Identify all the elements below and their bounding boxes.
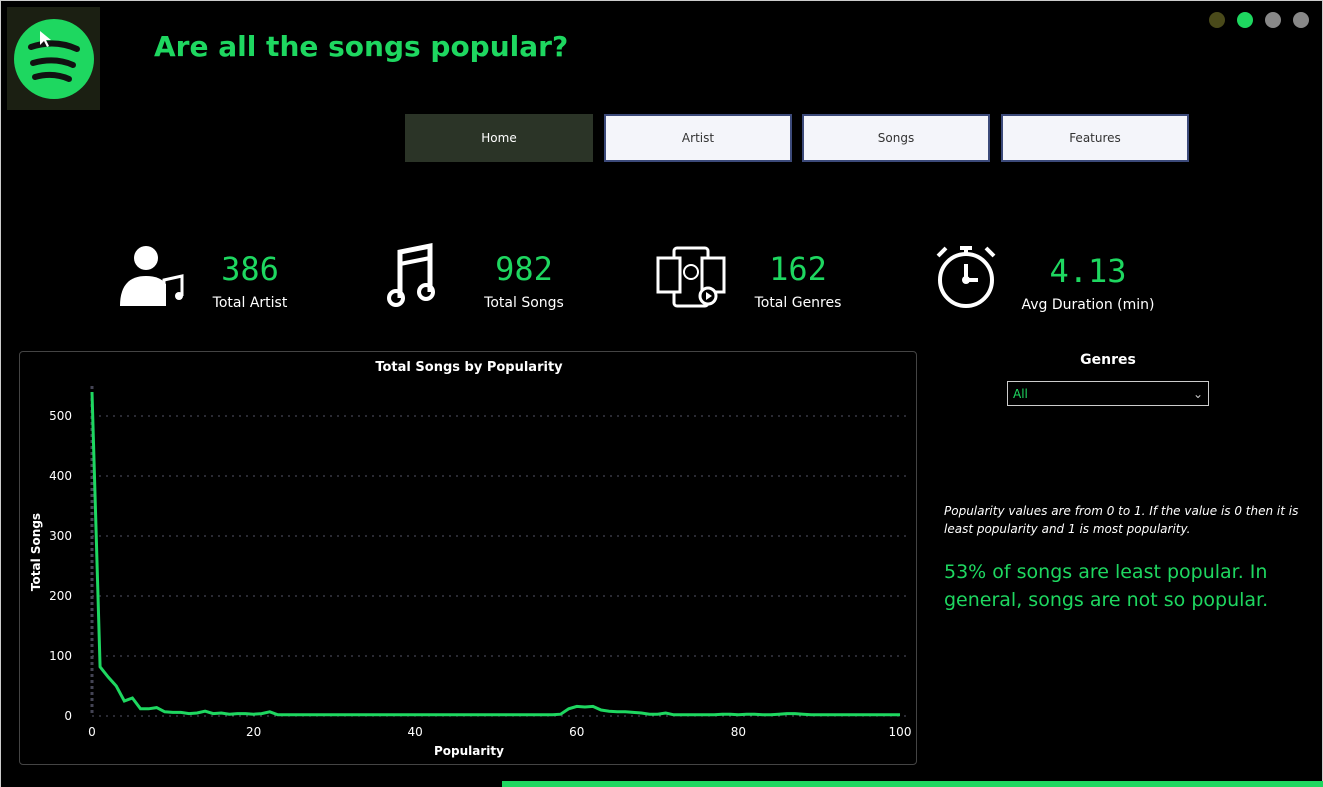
page-dot[interactable]: [1209, 12, 1225, 28]
x-tick-label: 40: [408, 725, 423, 739]
kpi-total-artist-label: Total Artist: [212, 295, 288, 311]
chevron-down-icon: ⌄: [1192, 386, 1203, 401]
y-tick-label: 200: [49, 589, 72, 603]
x-tick-label: 100: [889, 725, 912, 739]
nav-home-button[interactable]: Home: [405, 114, 593, 162]
kpi-avg-duration-value: 4.13: [1049, 252, 1127, 290]
stopwatch-icon: [936, 246, 996, 308]
x-axis-label: Popularity: [434, 744, 504, 758]
kpi-total-genres-label: Total Genres: [754, 295, 842, 311]
genres-filter-label: Genres: [1080, 352, 1136, 368]
y-tick-label: 500: [49, 409, 72, 423]
y-tick-label: 300: [49, 529, 72, 543]
page-dot-active[interactable]: [1237, 12, 1253, 28]
x-tick-label: 0: [88, 725, 96, 739]
chart-title: Total Songs by Popularity: [375, 360, 563, 375]
kpi-total-genres-value: 162: [769, 250, 827, 288]
nav-features-button[interactable]: Features: [1001, 114, 1189, 162]
genres-dropdown[interactable]: All ⌄: [1007, 381, 1209, 406]
page-title: Are all the songs popular?: [154, 30, 569, 63]
page-indicator: [1209, 12, 1309, 28]
x-tick-label: 80: [731, 725, 746, 739]
popularity-chart: Total Songs by Popularity Popularity Tot…: [19, 351, 917, 765]
bottom-accent-bar: [502, 781, 1323, 787]
y-axis-label: Total Songs: [29, 513, 43, 591]
y-tick-label: 0: [64, 709, 72, 723]
kpi-avg-duration-label: Avg Duration (min): [1021, 297, 1155, 313]
kpi-total-songs-value: 982: [495, 250, 553, 288]
series-line: [90, 391, 900, 717]
spotify-logo: [7, 7, 100, 110]
insight-text: 53% of songs are least popular. In gener…: [944, 561, 1269, 611]
genres-dropdown-value: All: [1013, 386, 1028, 401]
page-dot[interactable]: [1293, 12, 1309, 28]
line-chart-svg: Total Songs by Popularity Popularity Tot…: [29, 360, 912, 758]
nav-songs-button[interactable]: Songs: [802, 114, 990, 162]
nav-artist-button[interactable]: Artist: [604, 114, 792, 162]
kpi-total-songs-label: Total Songs: [484, 295, 564, 311]
popularity-note: Popularity values are from 0 to 1. If th…: [944, 504, 1299, 536]
y-tick-label: 400: [49, 469, 72, 483]
x-tick-label: 60: [569, 725, 584, 739]
kpi-total-artist-value: 386: [221, 250, 279, 288]
page-dot[interactable]: [1265, 12, 1281, 28]
x-tick-label: 20: [246, 725, 261, 739]
y-tick-label: 100: [49, 649, 72, 663]
genres-icon: [656, 246, 726, 308]
